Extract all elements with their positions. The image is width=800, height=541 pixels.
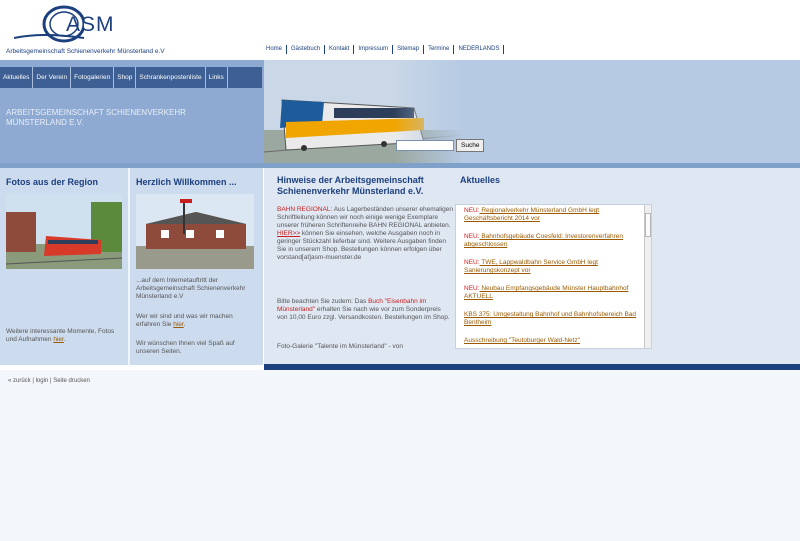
notices-title: Hinweise der Arbeitsgemeinschaft Schiene… [277, 175, 424, 196]
region-photos-link[interactable]: hier [53, 336, 63, 343]
welcome-photo [136, 194, 254, 269]
mainnav-crossing-list[interactable]: Schrankenpostenliste [136, 67, 206, 88]
topnav-home[interactable]: Home [262, 45, 288, 54]
search-input[interactable] [396, 140, 454, 151]
footer-separator: | [32, 378, 34, 384]
region-train-image [6, 194, 122, 269]
welcome-title: Herzlich Willkommen ... [136, 177, 237, 187]
site-logo[interactable]: ASM Arbeitsgemeinschaft Schienenverkehr … [6, 4, 176, 56]
main-navigation: Aktuelles Der Verein Fotogalerien Shop S… [0, 67, 262, 88]
topnav-contact[interactable]: Kontakt [325, 45, 355, 54]
region-photos-title: Fotos aus der Region [6, 177, 99, 187]
region-photos-after: . [63, 336, 66, 343]
news-item[interactable]: NEU: TWE, Lappwaldbahn Service GmbH legt… [464, 259, 639, 275]
station-image [136, 194, 254, 269]
news-scroll-thumb[interactable] [645, 213, 651, 237]
welcome-who-after: . [183, 321, 186, 328]
logo-subtitle: Arbeitsgemeinschaft Schienenverkehr Müns… [6, 48, 165, 55]
footer-separator: | [49, 378, 52, 384]
mainnav-shop[interactable]: Shop [114, 67, 137, 88]
mainnav-news[interactable]: Aktuelles [0, 67, 34, 88]
mainnav-club[interactable]: Der Verein [33, 67, 72, 88]
notices-paragraph-2: Bitte beachten Sie zudem: Das Buch "Eise… [277, 298, 453, 322]
welcome-paragraph-1: ...auf dem Internetauftritt der Arbeitsg… [136, 277, 246, 300]
news-list: NEU: Regionalverkehr Münsterland GmbH le… [455, 204, 652, 349]
mainnav-photo-galleries[interactable]: Fotogalerien [71, 67, 115, 88]
top-navigation: Home Gästebuch Kontakt Impressum Sitemap… [262, 45, 505, 54]
bahn-regional-text-2: können Sie einsehen, welche Ausgaben noc… [277, 230, 446, 261]
region-photo[interactable] [6, 194, 122, 269]
welcome-paragraph-2: Wer wir sind und was wir machen erfahren… [136, 313, 258, 329]
bahn-regional-link[interactable]: HIER>> [277, 230, 300, 237]
news-item[interactable]: KBS 375: Umgestaltung Bahnhof und Bahnho… [464, 311, 639, 327]
footer-back-link[interactable]: « zurück [8, 378, 31, 384]
notices-paragraph-3: Foto-Galerie "Talente im Münsterland" - … [277, 343, 404, 350]
footer-login-link[interactable]: login [36, 378, 49, 384]
header-band-title: ARBEITSGEMEINSCHAFT SCHIENENVERKEHR MÜNS… [6, 108, 186, 127]
news-scrollbar[interactable] [644, 205, 651, 348]
footer-links: « zurück | login | Seite drucken [8, 378, 90, 384]
welcome-paragraph-3: Wir wünschen Ihnen viel Spaß auf unseren… [136, 340, 235, 355]
notices-paragraph-1: BAHN REGIONAL: Aus Lagerbeständen unsere… [277, 206, 453, 262]
news-item[interactable]: Ausschreibung "Teutoburger Wald-Netz" [464, 337, 639, 345]
welcome-who-link[interactable]: hier [173, 321, 183, 328]
topnav-imprint[interactable]: Impressum [354, 45, 394, 54]
logo-text: ASM [66, 13, 115, 36]
book-notice-text: Bitte beachten Sie zudem: Das [277, 298, 369, 305]
topnav-events[interactable]: Termine [424, 45, 455, 54]
region-photos-text: Weitere interessante Momente, Fotos und … [6, 328, 124, 344]
topnav-sitemap[interactable]: Sitemap [393, 45, 425, 54]
news-title: Aktuelles [460, 175, 501, 185]
topnav-dutch[interactable]: NEDERLANDS [454, 45, 505, 54]
news-item[interactable]: NEU: Neubau Empfangsgebäude Münster Haup… [464, 285, 639, 301]
search-button[interactable]: Suche [456, 139, 485, 152]
news-item[interactable]: NEU: Bahnhofsgebäude Coesfeld: Investore… [464, 233, 639, 249]
footer-area [0, 370, 800, 541]
bahn-regional-label: BAHN REGIONAL: [277, 206, 333, 213]
news-item[interactable]: NEU: Regionalverkehr Münsterland GmbH le… [464, 207, 639, 223]
mainnav-links[interactable]: Links [206, 67, 228, 88]
footer-print-link[interactable]: Seite drucken [53, 378, 90, 384]
topnav-guestbook[interactable]: Gästebuch [287, 45, 326, 54]
